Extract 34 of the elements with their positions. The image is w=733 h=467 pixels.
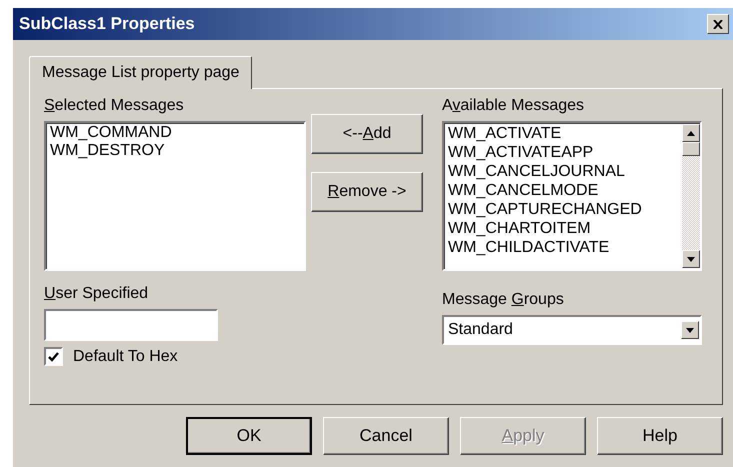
- message-groups-dropdown[interactable]: Standard: [442, 315, 702, 345]
- list-item[interactable]: WM_ACTIVATEAPP: [448, 143, 682, 162]
- move-button[interactable]: <--Add: [311, 114, 423, 154]
- list-item[interactable]: WM_CHILDACTIVATE: [448, 238, 682, 257]
- scroll-thumb[interactable]: [682, 142, 700, 156]
- dialog-button[interactable]: Cancel: [323, 417, 449, 455]
- up-arrow-icon: [687, 130, 695, 136]
- down-arrow-icon: [687, 256, 695, 262]
- list-label: Selected Messages: [44, 97, 185, 116]
- dialog-button[interactable]: Help: [597, 417, 723, 455]
- available-messages-list[interactable]: WM_ACTIVATE WM_ACTIVATEAPP WM_CANCELJOURNAL WM_CANCELMODE WM_CAPTURECHANGED WM_CHARTOITEM WM_CHILDACTIVATE: [442, 121, 702, 271]
- down-arrow-icon: [686, 328, 694, 332]
- combo-label: Message Groups: [442, 291, 565, 310]
- list-item[interactable]: WM_CHARTOITEM: [448, 219, 682, 238]
- checkbox-label: Default To Hex: [73, 348, 178, 366]
- list-item[interactable]: WM_CANCELJOURNAL: [448, 162, 682, 181]
- list-item[interactable]: WM_DESTROY: [50, 142, 300, 160]
- move-button[interactable]: Remove ->: [311, 172, 423, 212]
- field-label: User Specified: [44, 285, 150, 304]
- selected-messages-list[interactable]: WM_COMMAND WM_DESTROY: [44, 121, 306, 271]
- close-button[interactable]: [707, 14, 729, 34]
- list-label: Available Messages: [442, 97, 586, 116]
- window-title: SubClass1 Properties: [19, 14, 195, 34]
- checkbox[interactable]: [44, 347, 63, 366]
- scrollbar[interactable]: [682, 124, 700, 268]
- check-icon: [48, 352, 59, 362]
- list-item[interactable]: WM_CANCELMODE: [448, 181, 682, 200]
- list-item[interactable]: WM_ACTIVATE: [448, 124, 682, 143]
- list-item[interactable]: WM_CAPTURECHANGED: [448, 200, 682, 219]
- input-field[interactable]: [44, 309, 218, 341]
- close-icon: [713, 20, 723, 28]
- list-item[interactable]: WM_COMMAND: [50, 124, 300, 142]
- tab[interactable]: Message List property page: [29, 56, 252, 89]
- dialog-button[interactable]: OK: [186, 417, 312, 455]
